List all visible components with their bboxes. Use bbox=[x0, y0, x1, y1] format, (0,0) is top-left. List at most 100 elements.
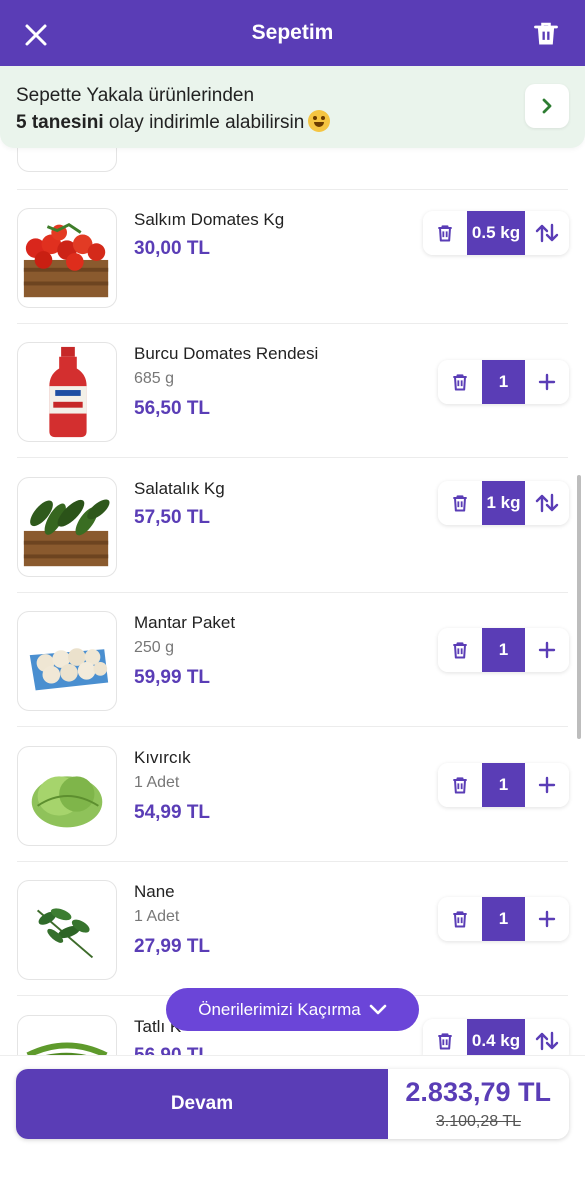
clear-cart-button[interactable] bbox=[532, 20, 560, 48]
promo-text-rest: olay indirimle alabilirsin bbox=[103, 112, 305, 133]
tomato-puree-bottle-image bbox=[49, 346, 87, 438]
change-unit-button[interactable] bbox=[525, 481, 569, 525]
remove-button[interactable] bbox=[423, 1019, 467, 1055]
product-size: 1 Adet bbox=[134, 908, 180, 925]
green-pepper-image bbox=[26, 1042, 108, 1055]
close-button[interactable] bbox=[22, 21, 50, 49]
product-price: 54,99 TL bbox=[134, 802, 211, 823]
product-name: Kıvırcık bbox=[134, 748, 191, 767]
promo-banner[interactable]: Sepette Yakala ürünlerinden 5 tanesini o… bbox=[0, 66, 585, 148]
remove-button[interactable] bbox=[438, 628, 482, 672]
cart-item[interactable]: Nane 1 Adet 27,99 TL 1 bbox=[0, 862, 585, 996]
checkout-footer: Devam 2.833,79 TL 3.100,28 TL bbox=[0, 1055, 585, 1200]
top-bar: Sepetim bbox=[0, 0, 585, 66]
trash-icon bbox=[453, 374, 467, 391]
quantity-value: 1 kg bbox=[482, 481, 525, 525]
original-total: 3.100,28 TL bbox=[435, 1113, 521, 1130]
trash-icon bbox=[534, 22, 558, 45]
trash-icon bbox=[453, 495, 467, 512]
quantity-value: 1 bbox=[482, 360, 525, 404]
remove-button[interactable] bbox=[423, 211, 467, 255]
product-price: 27,99 TL bbox=[134, 936, 211, 957]
promo-text-line2: 5 tanesini olay indirimle alabilirsin bbox=[16, 110, 331, 134]
promo-highlight: 5 tanesini bbox=[16, 112, 104, 133]
product-price: 56,50 TL bbox=[134, 398, 211, 419]
cart-item[interactable]: Salatalık Kg 57,50 TL 1 kg bbox=[0, 459, 585, 593]
chevron-right-icon bbox=[542, 98, 552, 114]
suggestions-label: Önerilerimizi Kaçırma bbox=[198, 999, 361, 1019]
remove-button[interactable] bbox=[438, 763, 482, 807]
plus-icon bbox=[538, 910, 556, 928]
swap-arrows-icon bbox=[535, 223, 559, 243]
plus-icon bbox=[538, 641, 556, 659]
trash-icon bbox=[453, 642, 467, 659]
cart-item-list[interactable]: Salkım Domates Kg 30,00 TL 0.5 kg Burcu … bbox=[0, 0, 585, 1055]
trash-icon bbox=[438, 1033, 452, 1050]
quantity-stepper: 1 kg bbox=[438, 481, 569, 525]
cart-item[interactable]: Salkım Domates Kg 30,00 TL 0.5 kg bbox=[0, 190, 585, 324]
product-image[interactable] bbox=[17, 611, 117, 711]
trash-icon bbox=[453, 911, 467, 928]
increase-button[interactable] bbox=[525, 763, 569, 807]
continue-button[interactable]: Devam bbox=[16, 1069, 388, 1139]
close-icon bbox=[25, 24, 47, 46]
quantity-stepper: 0.4 kg bbox=[423, 1019, 569, 1055]
product-image[interactable] bbox=[17, 342, 117, 442]
product-image[interactable] bbox=[17, 746, 117, 846]
product-name: Mantar Paket bbox=[134, 613, 236, 632]
quantity-stepper: 1 bbox=[438, 628, 569, 672]
promo-text-line1: Sepette Yakala ürünlerinden bbox=[16, 85, 255, 106]
scrollbar[interactable] bbox=[577, 475, 581, 739]
product-price: 30,00 TL bbox=[134, 238, 211, 259]
cart-item[interactable]: Mantar Paket 250 g 59,99 TL 1 bbox=[0, 593, 585, 727]
trash-icon bbox=[438, 225, 452, 242]
quantity-value: 0.5 kg bbox=[467, 211, 525, 255]
page-title: Sepetim bbox=[251, 21, 334, 44]
product-image[interactable] bbox=[17, 880, 117, 980]
product-image[interactable] bbox=[17, 1015, 117, 1055]
cart-totals: 2.833,79 TL 3.100,28 TL bbox=[388, 1069, 569, 1139]
increase-button[interactable] bbox=[525, 628, 569, 672]
product-image[interactable] bbox=[17, 477, 117, 577]
product-price: 59,99 TL bbox=[134, 667, 211, 688]
trash-icon bbox=[453, 777, 467, 794]
divider bbox=[17, 457, 568, 458]
quantity-value: 0.4 kg bbox=[467, 1019, 525, 1055]
product-name: Salkım Domates Kg bbox=[134, 210, 285, 229]
divider bbox=[17, 726, 568, 727]
product-size: 685 g bbox=[134, 370, 175, 387]
quantity-value: 1 bbox=[482, 763, 525, 807]
remove-button[interactable] bbox=[438, 360, 482, 404]
quantity-stepper: 0.5 kg bbox=[423, 211, 569, 255]
increase-button[interactable] bbox=[525, 360, 569, 404]
remove-button[interactable] bbox=[438, 481, 482, 525]
star-struck-emoji-icon bbox=[308, 110, 331, 132]
cart-total: 2.833,79 TL bbox=[405, 1077, 551, 1107]
quantity-value: 1 bbox=[482, 897, 525, 941]
quantity-stepper: 1 bbox=[438, 360, 569, 404]
promo-open-button[interactable] bbox=[525, 84, 569, 128]
change-unit-button[interactable] bbox=[525, 211, 569, 255]
cart-item[interactable]: Burcu Domates Rendesi 685 g 56,50 TL 1 bbox=[0, 324, 585, 458]
quantity-stepper: 1 bbox=[438, 763, 569, 807]
product-size: 1 Adet bbox=[134, 774, 180, 791]
plus-icon bbox=[538, 776, 556, 794]
plus-icon bbox=[538, 373, 556, 391]
suggestions-button[interactable]: Önerilerimizi Kaçırma bbox=[166, 988, 419, 1031]
swap-arrows-icon bbox=[535, 493, 559, 513]
increase-button[interactable] bbox=[525, 897, 569, 941]
product-price: 56,90 TL bbox=[134, 1045, 210, 1055]
cucumber-crate-image bbox=[23, 499, 110, 567]
product-image[interactable] bbox=[17, 208, 117, 308]
product-price: 57,50 TL bbox=[134, 507, 211, 528]
remove-button[interactable] bbox=[438, 897, 482, 941]
product-size: 250 g bbox=[134, 639, 175, 656]
cart-item[interactable]: Kıvırcık 1 Adet 54,99 TL 1 bbox=[0, 728, 585, 862]
product-name: Burcu Domates Rendesi bbox=[134, 344, 319, 363]
product-name: Salatalık Kg bbox=[134, 479, 225, 498]
quantity-value: 1 bbox=[482, 628, 525, 672]
chevron-down-icon bbox=[369, 1004, 387, 1014]
change-unit-button[interactable] bbox=[525, 1019, 569, 1055]
product-name: Nane bbox=[134, 882, 175, 901]
quantity-stepper: 1 bbox=[438, 897, 569, 941]
